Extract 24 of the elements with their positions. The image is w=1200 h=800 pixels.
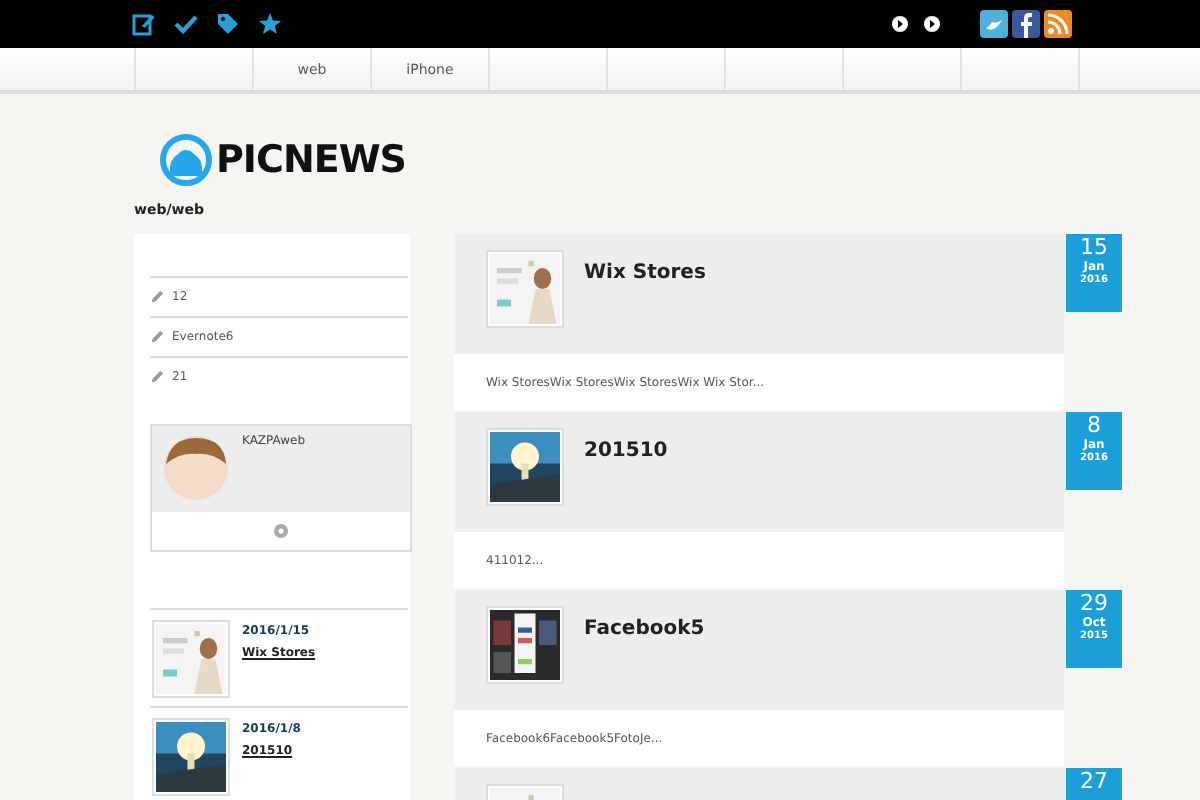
logo-text[interactable]: PICNEWS	[216, 138, 406, 182]
thumbnail[interactable]	[486, 250, 564, 328]
post-title[interactable]: 201510	[584, 440, 668, 532]
date-badge: 27	[1066, 768, 1122, 800]
pencil-icon	[150, 330, 164, 344]
star-icon[interactable]	[258, 12, 282, 36]
thumbnail[interactable]	[486, 428, 564, 506]
facebook-icon[interactable]	[1012, 10, 1040, 38]
post-title[interactable]: Wix Stores	[584, 262, 706, 354]
thumbnail[interactable]	[152, 620, 230, 698]
arrow-icon[interactable]	[924, 16, 940, 32]
tag-icon[interactable]	[216, 12, 240, 36]
logo-icon	[160, 134, 212, 186]
arrow-icon[interactable]	[892, 16, 908, 32]
post-title[interactable]: Facebook5	[584, 618, 705, 710]
bird-icon[interactable]	[980, 10, 1008, 38]
pencil-icon	[150, 290, 164, 304]
edit-icon[interactable]	[132, 12, 156, 36]
pencil-icon	[150, 370, 164, 384]
thumbnail[interactable]	[152, 718, 230, 796]
rss-icon[interactable]	[1044, 10, 1072, 38]
thumbnail[interactable]	[486, 606, 564, 684]
avatar-icon	[162, 434, 230, 502]
checkmark-icon[interactable]	[174, 12, 198, 36]
